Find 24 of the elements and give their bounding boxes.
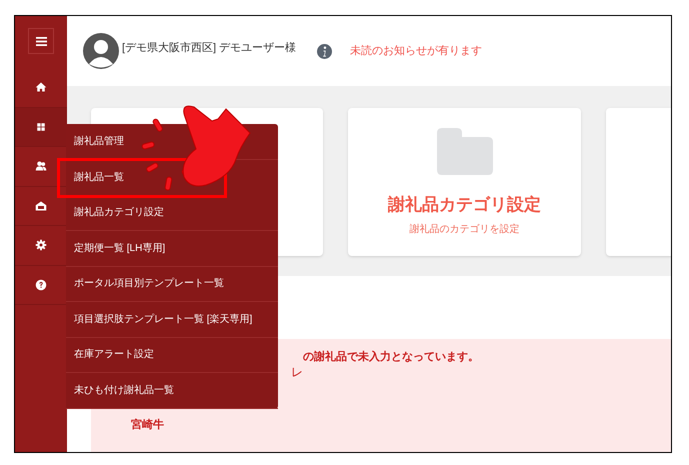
menu-button[interactable] xyxy=(28,28,54,54)
menu-item[interactable]: ポータル項目別テンプレート一覧 xyxy=(66,266,278,302)
menu-item[interactable]: 項目選択肢テンプレート一覧 [楽天専用] xyxy=(66,302,278,338)
alert-item: 宮崎牛 xyxy=(131,418,164,433)
card-title: 謝礼品カテゴリ設定 xyxy=(388,194,541,216)
help-icon xyxy=(35,278,47,291)
menu-item[interactable]: 定期便一覧 [LH専用] xyxy=(66,231,278,266)
alert-message: の謝礼品で未入力となっています。 xyxy=(303,350,479,365)
notice-link[interactable]: 未読のお知らせが有ります xyxy=(350,42,482,60)
grid-icon xyxy=(35,120,47,133)
folder-icon xyxy=(436,128,492,175)
alert-text: レ xyxy=(291,364,303,381)
card-subtitle: 謝礼品のカテゴリを設定 xyxy=(410,222,520,236)
info-icon xyxy=(317,44,332,58)
avatar-icon xyxy=(83,33,119,69)
menu-item[interactable]: 謝礼品カテゴリ設定 xyxy=(66,196,278,231)
user-name: [デモ県大阪市西区] デモユーザー様 xyxy=(122,40,296,56)
settings-icon xyxy=(35,239,47,252)
house-icon xyxy=(35,200,47,212)
users-icon xyxy=(35,160,47,172)
menu-item[interactable]: 未ひも付け謝礼品一覧 xyxy=(66,373,278,408)
menu-icon xyxy=(36,36,46,46)
menu-item[interactable]: 在庫アラート設定 xyxy=(66,338,278,373)
home-icon xyxy=(35,81,47,94)
